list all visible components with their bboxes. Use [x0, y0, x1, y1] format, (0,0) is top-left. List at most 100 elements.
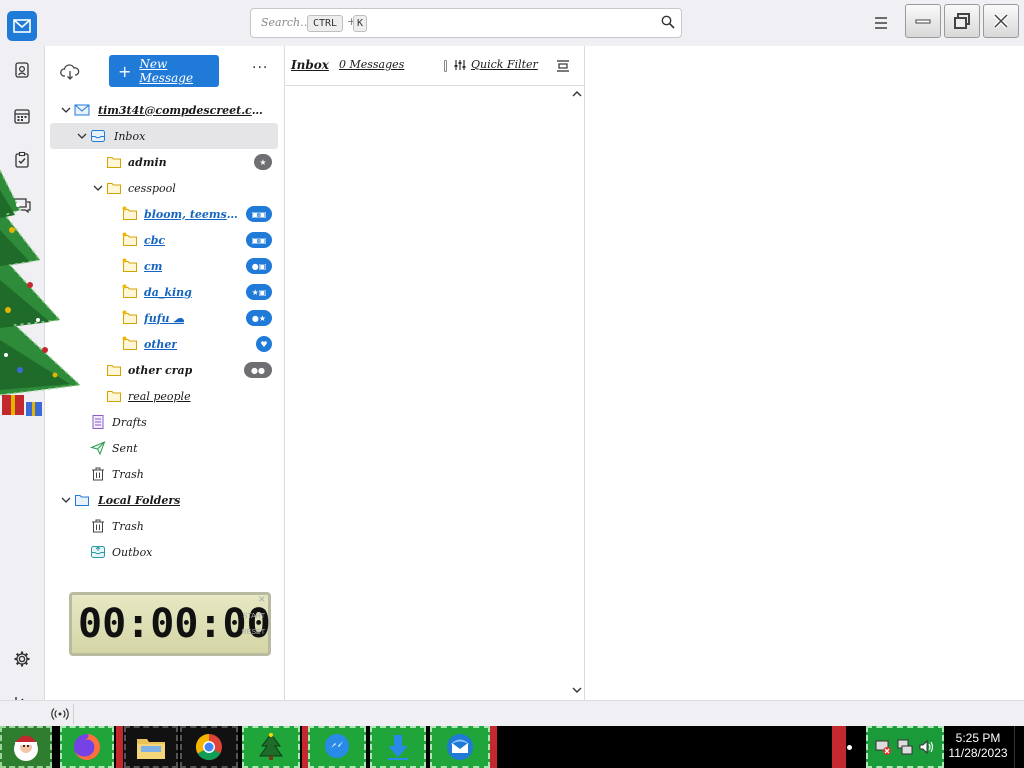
folder-icon-wrap	[106, 362, 122, 378]
current-folder-name: Inbox	[291, 58, 329, 72]
display-options-button[interactable]	[556, 59, 570, 76]
folder-tree-row[interactable]: bloom, teems, dgbjg… ▣▣	[50, 201, 278, 227]
folder-icon-wrap	[122, 206, 138, 222]
folder-tree-row[interactable]: other ♥	[50, 331, 278, 357]
quick-filter-button[interactable]: Quick Filter	[453, 58, 538, 71]
clock-date[interactable]: 11/28/2023	[946, 746, 1010, 760]
folder-tree-row[interactable]: cesspool	[50, 175, 278, 201]
folder-twisty[interactable]	[60, 494, 72, 506]
folder-tree-row[interactable]: Inbox	[50, 123, 278, 149]
folder-tree-row[interactable]: other crap ●●	[50, 357, 278, 383]
download-arrow-icon	[388, 735, 408, 760]
folder-label: other	[144, 337, 178, 351]
taskbar-separator	[490, 726, 497, 768]
taskbar-xmas-tree[interactable]	[242, 726, 300, 768]
timer-reset-button[interactable]: RESET	[242, 629, 265, 636]
folder-tree-row[interactable]: fufu ☁ ●★	[50, 305, 278, 331]
timer-close-button[interactable]: ×	[258, 594, 266, 605]
search-placeholder: Search…	[261, 16, 312, 29]
start-button[interactable]	[0, 726, 52, 768]
show-desktop-button[interactable]	[1014, 726, 1024, 768]
status-divider	[73, 704, 74, 724]
taskbar-firefox[interactable]	[60, 726, 114, 768]
clock-time[interactable]: 5:25 PM	[948, 731, 1008, 745]
folder-tree-row[interactable]: da_king ★▣	[50, 279, 278, 305]
unread-count-badge: ★	[254, 154, 272, 170]
folder-label: Sent	[112, 441, 138, 455]
get-messages-button[interactable]	[60, 62, 80, 82]
taskbar: 5:25 PM 11/28/2023	[0, 726, 1024, 768]
folder-label: Inbox	[114, 129, 146, 143]
calendar-button[interactable]	[10, 104, 34, 128]
folder-tree-row[interactable]: cm ●▣	[50, 253, 278, 279]
network-icon[interactable]	[896, 738, 914, 756]
spaces-toolbar	[0, 46, 45, 709]
folder-tree-row[interactable]: Drafts	[50, 409, 278, 435]
minimize-button[interactable]	[905, 4, 941, 38]
folder-tree-row[interactable]: Sent	[50, 435, 278, 461]
thread-pane-header: Inbox 0 Messages Quick Filter	[285, 46, 585, 86]
folder-twisty[interactable]	[92, 182, 104, 194]
mail-space-button[interactable]	[7, 11, 37, 41]
unread-count-badge: ▣▣	[246, 206, 272, 222]
folder-icon-wrap	[90, 466, 106, 482]
new-message-label: New Message	[139, 57, 194, 85]
close-button[interactable]	[983, 4, 1019, 38]
tasks-button[interactable]	[10, 148, 34, 172]
scroll-up-icon	[572, 91, 582, 97]
new-message-button[interactable]: + New Message	[109, 55, 219, 87]
app-menu-button[interactable]	[870, 13, 892, 33]
folder-new-mail-icon	[122, 336, 137, 350]
search-icon[interactable]	[661, 15, 675, 32]
taskbar-thunderbird[interactable]	[430, 726, 490, 768]
unread-count-badge: ●●	[244, 362, 272, 378]
folder-tree-row[interactable]: real people	[50, 383, 278, 409]
system-tray	[866, 726, 944, 768]
unread-count-badge: ●▣	[246, 258, 272, 274]
unread-count-badge: ▣▣	[246, 232, 272, 248]
folder-icon-wrap	[122, 284, 138, 300]
timer-display: 00:00:00	[78, 601, 271, 647]
taskbar-file-manager[interactable]	[124, 726, 178, 768]
address-book-button[interactable]	[10, 58, 34, 82]
folder-tree-row[interactable]: tim3t4t@compdescreet.com	[50, 97, 278, 123]
chrome-icon	[195, 733, 222, 761]
wifi-broadcast-icon[interactable]	[51, 708, 69, 720]
taskbar-messenger[interactable]	[308, 726, 366, 768]
global-search-input[interactable]: Search… CTRL + K	[250, 8, 682, 38]
folder-label: tim3t4t@compdescreet.com	[98, 103, 270, 117]
folder-icon-wrap	[106, 388, 122, 404]
folder-tree-row[interactable]: Local Folders	[50, 487, 278, 513]
taskbar-downloader[interactable]	[370, 726, 426, 768]
chat-button[interactable]	[10, 193, 34, 217]
folder-pane-menu-button[interactable]: ···	[252, 60, 268, 76]
folder-twisty[interactable]	[60, 104, 72, 116]
folder-icon	[107, 157, 121, 168]
cloud-download-icon	[60, 64, 80, 80]
folder-label: admin	[128, 155, 167, 169]
thread-list-scrollbar[interactable]	[569, 86, 585, 700]
folder-icon-wrap	[90, 544, 106, 560]
folder-tree-row[interactable]: admin ★	[50, 149, 278, 175]
settings-button[interactable]	[10, 647, 34, 671]
folder-tree-row[interactable]: Outbox	[50, 539, 278, 565]
volume-icon[interactable]	[918, 738, 936, 756]
folder-icon	[107, 183, 121, 194]
network-error-icon[interactable]	[874, 738, 892, 756]
folder-tree-row[interactable]: Trash	[50, 461, 278, 487]
restore-button[interactable]	[944, 4, 980, 38]
folder-icon-wrap	[89, 440, 106, 456]
trash-icon	[92, 519, 104, 533]
taskbar-chrome[interactable]	[180, 726, 238, 768]
calendar-icon	[14, 109, 30, 124]
timer-start-button[interactable]: START	[243, 613, 265, 620]
folder-label: Trash	[112, 519, 144, 533]
tray-dot	[847, 745, 852, 750]
folder-tree-row[interactable]: Trash	[50, 513, 278, 539]
folder-icon-wrap	[122, 258, 138, 274]
minimize-icon	[915, 19, 931, 24]
folder-twisty[interactable]	[76, 130, 88, 142]
folder-tree-row[interactable]: cbc ▣▣	[50, 227, 278, 253]
folder-label: da_king	[144, 285, 192, 299]
header-divider	[444, 60, 447, 72]
